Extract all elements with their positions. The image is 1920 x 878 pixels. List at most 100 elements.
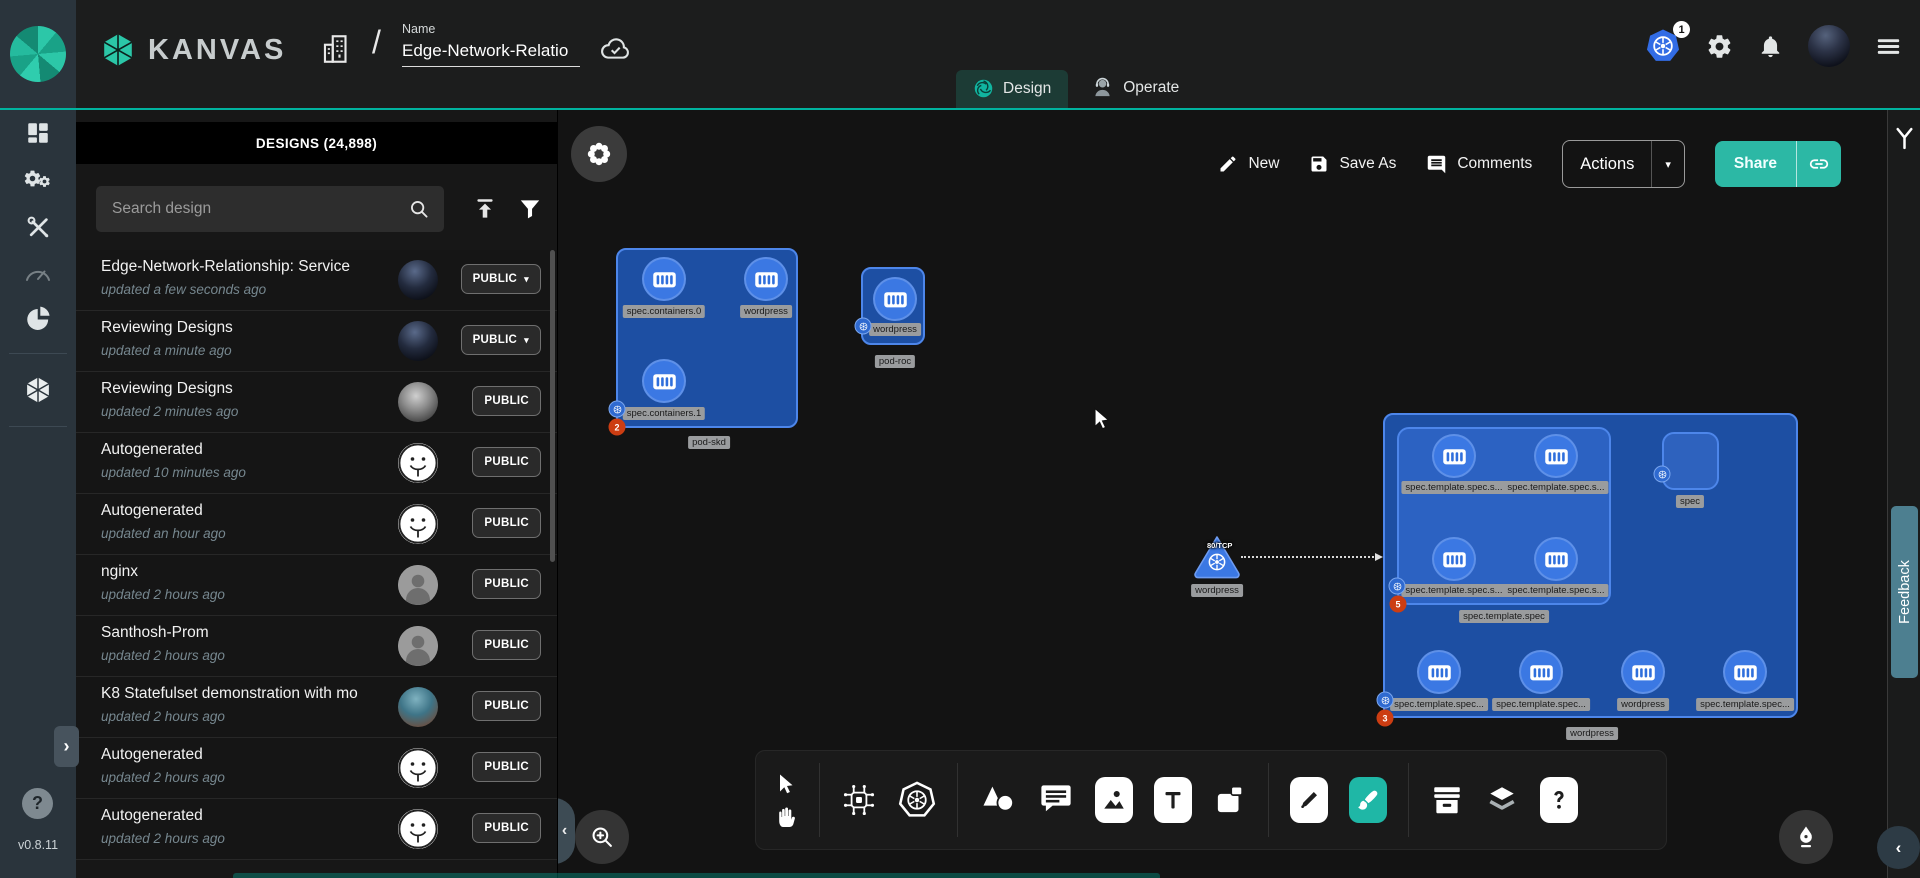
pen-tool[interactable] [1290,777,1328,823]
design-list-item[interactable]: nginx updated 2 hours ago PUBLIC [76,555,557,616]
comment-tool[interactable] [1038,782,1074,818]
shapes-tool[interactable] [979,783,1017,817]
design-list-item[interactable]: K8 Statefulset demonstration with mo upd… [76,677,557,738]
new-button[interactable]: New [1218,154,1279,174]
kanvas-logo-square[interactable] [0,0,76,108]
design-list-item[interactable]: Autogenerated updated 2 hours ago PUBLIC [76,799,557,860]
node-container[interactable] [1519,650,1563,694]
comments-button[interactable]: Comments [1426,154,1532,175]
card-tool[interactable] [1213,783,1247,817]
feedback-button[interactable]: Feedback [1891,506,1918,678]
design-list-item[interactable]: Reviewing Designs updated a minute ago P… [76,311,557,372]
tab-design[interactable]: Design [956,70,1068,108]
sketch-tool[interactable] [1349,777,1387,823]
design-list-item[interactable]: Autogenerated updated an hour ago PUBLIC [76,494,557,555]
design-list-item[interactable]: Santhosh-Prom updated 2 hours ago PUBLIC [76,616,557,677]
service-edge[interactable] [1241,556,1377,558]
visibility-badge[interactable]: PUBLIC [472,508,541,538]
collapse-rail-button[interactable]: ‹ [1877,826,1920,869]
node-template-spec[interactable]: spec.template.spec.s... spec.template.sp… [1397,427,1611,605]
extensions-icon[interactable] [25,305,52,332]
visibility-badge[interactable]: PUBLIC [472,691,541,721]
cluster-context-button[interactable] [571,126,627,182]
visibility-badge[interactable]: PUBLIC [472,752,541,782]
visibility-badge[interactable]: PUBLIC ▾ [461,264,541,294]
user-avatar[interactable] [1808,25,1850,67]
tab-operate[interactable]: Operate [1074,68,1196,108]
container-icon [882,286,909,313]
settings-icon[interactable] [1706,33,1733,60]
node-container[interactable] [1534,537,1578,581]
import-design-button[interactable] [472,196,498,222]
node-pod-roc[interactable]: wordpress pod-roc [861,267,925,345]
validate-y-icon[interactable] [1892,126,1917,151]
layers-tool[interactable] [1485,783,1519,817]
visibility-badge[interactable]: PUBLIC [472,569,541,599]
image-tool[interactable] [1095,777,1133,823]
pen-icon [1297,788,1321,812]
visibility-badge[interactable]: PUBLIC [472,813,541,843]
error-count-badge[interactable]: 2 [609,419,626,436]
expand-sidebar-button[interactable]: › [54,726,79,767]
visibility-badge[interactable]: PUBLIC [472,447,541,477]
error-count-badge[interactable]: 5 [1390,596,1407,613]
select-tool[interactable] [774,772,798,796]
actions-button[interactable]: Actions ▾ [1562,140,1685,188]
design-list-item[interactable]: Edge-Network-Relationship: Service updat… [76,250,557,311]
filter-designs-button[interactable] [517,196,543,222]
visibility-badge[interactable]: PUBLIC [472,386,541,416]
name-field-value[interactable]: Edge-Network-Relatio [402,38,580,67]
error-count-badge[interactable]: 3 [1377,710,1394,727]
kanvas-icon[interactable] [23,375,53,405]
designs-scrollbar[interactable] [550,250,555,562]
sidebar-divider [9,353,67,354]
node-label: wordpress [1617,698,1669,711]
node-container[interactable] [1432,434,1476,478]
dashboard-icon[interactable] [25,120,51,146]
help-button[interactable]: ? [22,788,53,819]
menu-icon[interactable] [1875,33,1902,60]
node-spec[interactable] [1662,432,1719,490]
design-list-item[interactable]: Autogenerated updated 2 hours ago PUBLIC [76,738,557,799]
components-tool[interactable] [841,782,877,818]
drawer-tool[interactable] [1430,783,1464,817]
design-list-item[interactable]: Autogenerated updated 10 minutes ago PUB… [76,433,557,494]
copy-link-button[interactable] [1797,153,1841,175]
design-canvas[interactable]: New Save As Comments Actions ▾ Share [557,110,1887,878]
node-container[interactable] [642,257,686,301]
node-container[interactable] [873,277,917,321]
text-tool[interactable] [1154,777,1192,823]
pen-mode-button[interactable] [1779,810,1833,864]
help-tool[interactable] [1540,777,1578,823]
collapse-panel-handle[interactable]: ‹ [557,798,575,864]
node-container[interactable] [1723,650,1767,694]
performance-icon[interactable] [24,262,52,284]
share-button[interactable]: Share [1715,141,1841,187]
visibility-badge[interactable]: PUBLIC ▾ [461,325,541,355]
save-as-button[interactable]: Save As [1309,154,1396,174]
lifecycle-icon[interactable] [23,167,53,193]
node-deployment-wordpress[interactable]: spec.template.spec.s... spec.template.sp… [1383,413,1798,718]
notifications-icon[interactable] [1758,34,1783,59]
design-title: Reviewing Designs [101,319,233,337]
zoom-button[interactable] [575,810,629,864]
node-container[interactable] [1534,434,1578,478]
kubernetes-tool[interactable] [898,781,936,819]
organization-icon[interactable] [320,32,354,66]
design-list-item[interactable]: Reviewing Designs updated 2 minutes ago … [76,372,557,433]
node-container[interactable] [1621,650,1665,694]
node-container[interactable] [1417,650,1461,694]
node-container[interactable] [1432,537,1476,581]
node-container[interactable] [744,257,788,301]
search-input-wrap[interactable] [96,186,444,232]
pan-tool[interactable] [774,805,798,829]
configuration-icon[interactable] [25,214,52,241]
kubernetes-context-icon[interactable]: 1 [1645,28,1681,64]
design-name-field[interactable]: Name Edge-Network-Relatio [402,22,580,67]
node-pod-skd[interactable]: spec.containers.0 wordpress spec.contain… [616,248,798,428]
visibility-badge[interactable]: PUBLIC [472,630,541,660]
search-input[interactable] [110,199,400,219]
brand-title: KANVAS [148,34,286,67]
node-label: spec.template.spec... [1696,698,1794,711]
node-container[interactable] [642,359,686,403]
